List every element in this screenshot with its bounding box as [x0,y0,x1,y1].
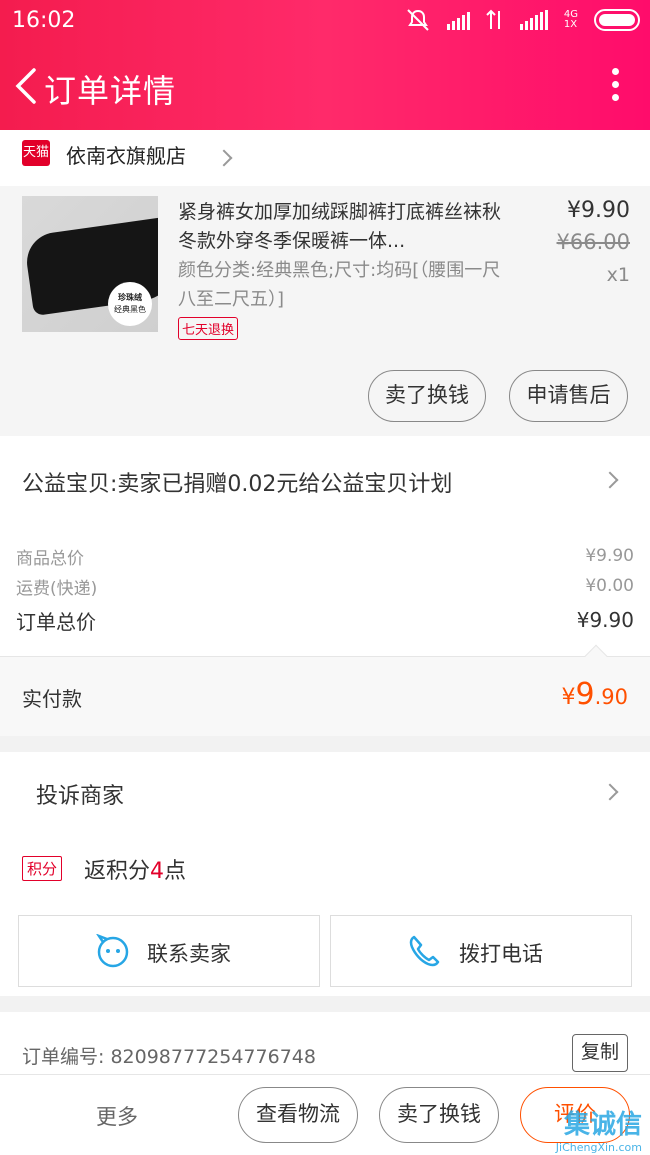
signal-2-icon [519,10,548,30]
watermark-url: JiChengXin.com [555,1141,642,1154]
product-image-badge: 珍珠绒 经典黑色 [108,282,152,326]
return-policy-badge: 七天退换 [178,317,239,340]
store-row[interactable]: 天猫 依南衣旗舰店 [0,130,650,186]
call-button[interactable]: 拨打电话 [330,915,632,987]
call-label: 拨打电话 [459,942,543,966]
product-price: ¥9.90 [567,198,630,223]
points-badge: 积分 [22,856,63,881]
back-arrow-icon[interactable] [12,66,42,106]
watermark-logo: 集诚信 [563,1110,642,1140]
complain-seller-link[interactable]: 投诉商家 [36,778,124,810]
product-original-price: ¥66.00 [556,230,630,254]
after-sale-button[interactable]: 申请售后 [509,370,628,422]
actions-section: 投诉商家 积分 返积分4点 联系卖家 拨打电话 [0,752,650,996]
paid-label: 实付款 [22,687,82,711]
contact-seller-button[interactable]: 联系卖家 [18,915,320,987]
data-transfer-icon [486,9,500,29]
tmall-logo-icon: 天猫 [22,140,50,166]
page-title: 订单详情 [44,72,177,110]
product-card[interactable]: 珍珠绒 经典黑色 紧身裤女加厚加绒踩脚裤打底裤丝袜秋冬款外穿冬季保暖裤一体...… [0,186,650,436]
copy-button[interactable]: 复制 [572,1034,628,1072]
more-button[interactable]: 更多 [96,1101,138,1131]
sell-bottom-button[interactable]: 卖了换钱 [379,1087,499,1143]
product-sku: 颜色分类:经典黑色;尺寸:均码[（腰围一尺八至二尺五）] [178,260,501,310]
contact-seller-label: 联系卖家 [147,942,231,966]
view-logistics-button[interactable]: 查看物流 [238,1087,358,1143]
summary-row-goods: 商品总价 ¥9.90 [16,546,634,569]
chevron-right-icon [601,783,619,801]
paid-row: 实付款 ¥9.90 [0,644,650,736]
summary-row-shipping: 运费(快递) ¥0.00 [16,576,634,599]
product-quantity: x1 [606,264,630,286]
signal-icon [446,10,470,30]
network-type: 4G 1X [563,9,578,30]
summary-row-total: 订单总价 ¥9.90 [16,608,634,634]
chat-face-icon [96,934,129,968]
store-name: 依南衣旗舰店 [66,144,186,168]
sell-button[interactable]: 卖了换钱 [368,370,486,422]
title-bar: 订单详情 [0,44,650,130]
paid-amount: ¥9.90 [561,677,629,712]
status-icons: 4G 1X [405,8,640,32]
battery-icon [594,9,640,31]
points-text: 返积分4点 [84,859,187,884]
watermark: 集诚信 JiChengXin.com [522,1104,642,1154]
mute-icon [407,9,429,31]
app-header: 16:02 4G 1X 订单详情 [0,0,650,130]
order-number: 订单编号: 82098777254776748 [22,1046,316,1068]
order-info: 订单编号: 82098777254776748 复制 [0,1012,650,1074]
product-image[interactable]: 珍珠绒 经典黑色 [22,196,158,332]
charity-text: 公益宝贝:卖家已捐赠0.02元给公益宝贝计划 [22,472,453,497]
chevron-right-icon [601,471,619,489]
status-bar: 16:02 4G 1X [0,0,650,44]
charity-row[interactable]: 公益宝贝:卖家已捐赠0.02元给公益宝贝计划 [0,436,650,526]
price-summary: 商品总价 ¥9.90 运费(快递) ¥0.00 订单总价 ¥9.90 [0,526,650,656]
chevron-right-icon [215,149,233,167]
product-title: 紧身裤女加厚加绒踩脚裤打底裤丝袜秋冬款外穿冬季保暖裤一体... [178,201,502,252]
phone-icon [409,935,440,967]
status-time: 16:02 [12,8,76,33]
more-menu-icon[interactable] [612,68,620,108]
